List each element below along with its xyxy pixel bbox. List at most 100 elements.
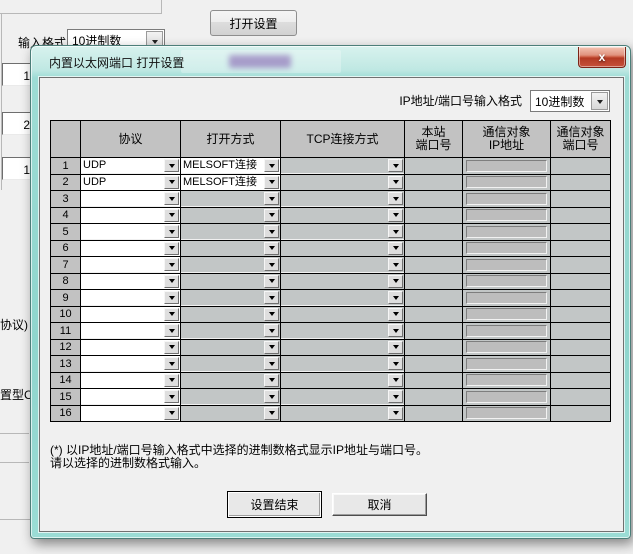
protocol-select[interactable] <box>81 257 180 272</box>
target-ip-field[interactable] <box>466 341 547 353</box>
open-method-select[interactable] <box>181 356 280 371</box>
open-method-select[interactable]: MELSOFT连接 <box>181 175 280 190</box>
tcp-method-select[interactable] <box>281 158 404 173</box>
open-method-select[interactable] <box>181 307 280 322</box>
chevron-down-icon[interactable] <box>264 357 279 370</box>
target-ip-field[interactable] <box>466 407 547 419</box>
target-ip-field[interactable] <box>466 193 547 205</box>
chevron-down-icon[interactable] <box>264 291 279 304</box>
chevron-down-icon[interactable] <box>164 176 179 189</box>
tcp-method-select[interactable] <box>281 257 404 272</box>
open-method-select[interactable] <box>181 340 280 355</box>
protocol-select[interactable] <box>81 373 180 388</box>
chevron-down-icon[interactable] <box>388 258 403 271</box>
chevron-down-icon[interactable] <box>388 192 403 205</box>
chevron-down-icon[interactable] <box>164 258 179 271</box>
chevron-down-icon[interactable] <box>264 242 279 255</box>
protocol-select[interactable] <box>81 208 180 223</box>
chevron-down-icon[interactable] <box>164 341 179 354</box>
tcp-method-select[interactable] <box>281 373 404 388</box>
chevron-down-icon[interactable] <box>388 390 403 403</box>
target-ip-field[interactable] <box>466 358 547 370</box>
tcp-method-select[interactable] <box>281 356 404 371</box>
chevron-down-icon[interactable] <box>164 407 179 420</box>
chevron-down-icon[interactable] <box>264 209 279 222</box>
chevron-down-icon[interactable] <box>388 159 403 172</box>
chevron-down-icon[interactable] <box>388 209 403 222</box>
tcp-method-select[interactable] <box>281 323 404 338</box>
tcp-method-select[interactable] <box>281 191 404 206</box>
chevron-down-icon[interactable] <box>164 225 179 238</box>
tcp-method-select[interactable] <box>281 340 404 355</box>
tcp-method-select[interactable] <box>281 389 404 404</box>
chevron-down-icon[interactable] <box>388 291 403 304</box>
tcp-method-select[interactable] <box>281 175 404 190</box>
chevron-down-icon[interactable] <box>264 192 279 205</box>
chevron-down-icon[interactable] <box>388 308 403 321</box>
chevron-down-icon[interactable] <box>264 374 279 387</box>
protocol-select[interactable] <box>81 340 180 355</box>
chevron-down-icon[interactable] <box>264 324 279 337</box>
tcp-method-select[interactable] <box>281 208 404 223</box>
chevron-down-icon[interactable] <box>388 341 403 354</box>
open-method-select[interactable] <box>181 389 280 404</box>
open-method-select[interactable]: MELSOFT连接 <box>181 158 280 173</box>
ip-port-format-select[interactable]: 10进制数 <box>530 90 610 112</box>
chevron-down-icon[interactable] <box>591 92 608 110</box>
chevron-down-icon[interactable] <box>164 390 179 403</box>
chevron-down-icon[interactable] <box>264 308 279 321</box>
protocol-select[interactable]: UDP <box>81 158 180 173</box>
chevron-down-icon[interactable] <box>164 242 179 255</box>
chevron-down-icon[interactable] <box>264 225 279 238</box>
open-method-select[interactable] <box>181 224 280 239</box>
target-ip-field[interactable] <box>466 325 547 337</box>
tcp-method-select[interactable] <box>281 224 404 239</box>
settings-end-button[interactable]: 设置结束 <box>227 491 322 518</box>
chevron-down-icon[interactable] <box>388 176 403 189</box>
chevron-down-icon[interactable] <box>164 159 179 172</box>
chevron-down-icon[interactable] <box>388 275 403 288</box>
chevron-down-icon[interactable] <box>164 192 179 205</box>
target-ip-field[interactable] <box>466 292 547 304</box>
tcp-method-select[interactable] <box>281 290 404 305</box>
chevron-down-icon[interactable] <box>388 374 403 387</box>
chevron-down-icon[interactable] <box>264 275 279 288</box>
open-method-select[interactable] <box>181 290 280 305</box>
chevron-down-icon[interactable] <box>164 209 179 222</box>
protocol-select[interactable] <box>81 307 180 322</box>
chevron-down-icon[interactable] <box>388 407 403 420</box>
target-ip-field[interactable] <box>466 308 547 320</box>
target-ip-field[interactable] <box>466 275 547 287</box>
target-ip-field[interactable] <box>466 209 547 221</box>
protocol-select[interactable] <box>81 406 180 421</box>
target-ip-field[interactable] <box>466 242 547 254</box>
tcp-method-select[interactable] <box>281 406 404 421</box>
chevron-down-icon[interactable] <box>264 258 279 271</box>
chevron-down-icon[interactable] <box>264 176 279 189</box>
protocol-select[interactable] <box>81 224 180 239</box>
target-ip-field[interactable] <box>466 391 547 403</box>
open-method-select[interactable] <box>181 373 280 388</box>
target-ip-field[interactable] <box>466 226 547 238</box>
open-method-select[interactable] <box>181 241 280 256</box>
target-ip-field[interactable] <box>466 374 547 386</box>
chevron-down-icon[interactable] <box>264 390 279 403</box>
chevron-down-icon[interactable] <box>388 324 403 337</box>
open-method-select[interactable] <box>181 257 280 272</box>
open-method-select[interactable] <box>181 191 280 206</box>
protocol-select[interactable] <box>81 241 180 256</box>
protocol-select[interactable] <box>81 389 180 404</box>
chevron-down-icon[interactable] <box>164 308 179 321</box>
chevron-down-icon[interactable] <box>264 159 279 172</box>
chevron-down-icon[interactable] <box>164 374 179 387</box>
protocol-select[interactable] <box>81 274 180 289</box>
protocol-select[interactable] <box>81 191 180 206</box>
chevron-down-icon[interactable] <box>164 324 179 337</box>
target-ip-field[interactable] <box>466 160 547 172</box>
chevron-down-icon[interactable] <box>164 291 179 304</box>
chevron-down-icon[interactable] <box>388 225 403 238</box>
tcp-method-select[interactable] <box>281 307 404 322</box>
open-settings-button[interactable]: 打开设置 <box>210 10 297 36</box>
close-button[interactable]: x <box>578 47 626 68</box>
cancel-button[interactable]: 取消 <box>332 493 427 516</box>
